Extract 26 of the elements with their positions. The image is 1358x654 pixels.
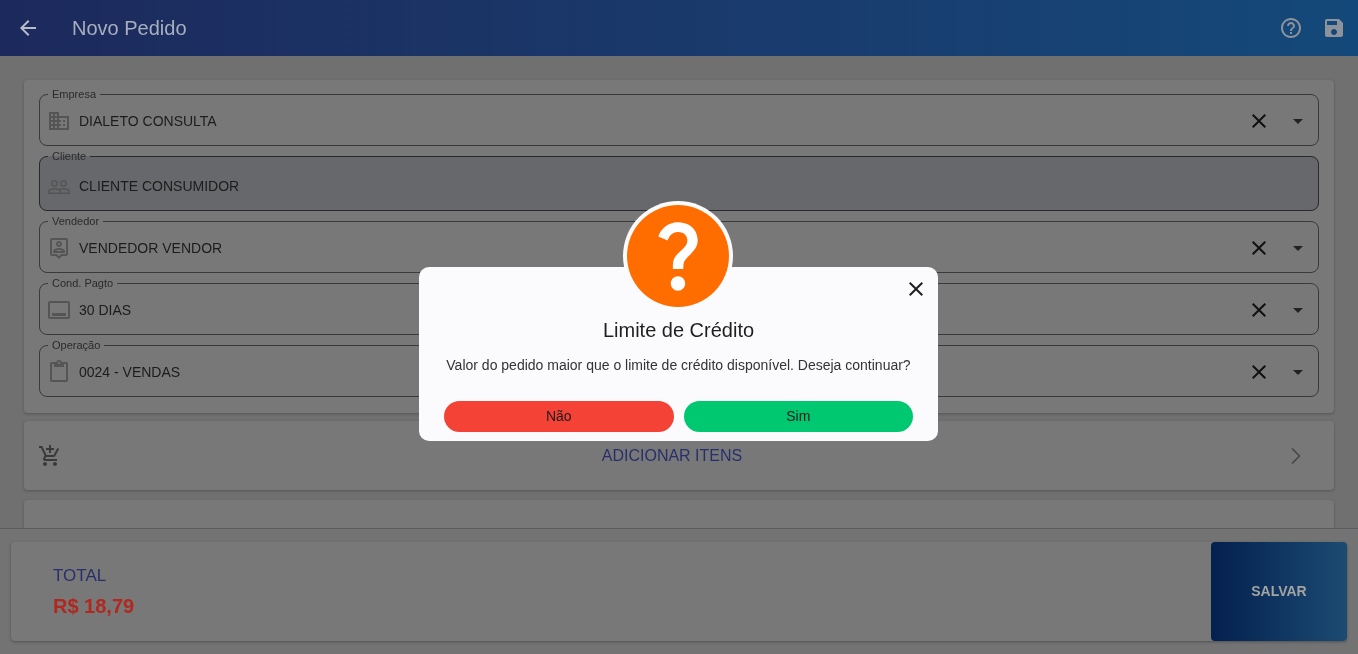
field-value: 0024 - VENDAS	[79, 362, 181, 382]
field-value: VENDEDOR VENDOR	[79, 238, 223, 258]
dialog-title: Limite de Crédito	[602, 318, 755, 342]
select-field[interactable]: Empresa DIALETO CONSULTA	[39, 88, 1319, 146]
total-label: TOTAL	[53, 565, 107, 586]
cart-plus-icon	[38, 443, 62, 468]
field-value: CLIENTE CONSUMIDOR	[79, 177, 240, 196]
field-label: Vendedor	[51, 215, 101, 228]
help-icon[interactable]	[1279, 16, 1303, 40]
cancel-button[interactable]: Não	[444, 401, 674, 432]
portrait-icon	[47, 236, 71, 260]
total-value: R$ 18,79	[53, 593, 135, 618]
save-icon[interactable]	[1322, 16, 1346, 40]
building-icon	[47, 109, 71, 133]
field-label: Empresa	[51, 88, 98, 101]
field-label: Operação	[51, 339, 102, 352]
clipboard-icon	[47, 360, 71, 384]
field-label: Cliente	[51, 150, 88, 163]
dialog-message: Valor do pedido maior que o limite de crédito disponível. Deseja continuar?	[446, 356, 911, 375]
confirm-button[interactable]: Sim	[683, 401, 913, 432]
panel-icon	[47, 298, 71, 322]
field-label: Cond. Pagto	[51, 277, 115, 290]
save-button[interactable]: SALVAR	[1211, 542, 1347, 641]
field-value: 30 DIAS	[79, 300, 132, 320]
field-value: DIALETO CONSULTA	[79, 111, 217, 131]
page-title: Novo Pedido	[72, 16, 187, 41]
